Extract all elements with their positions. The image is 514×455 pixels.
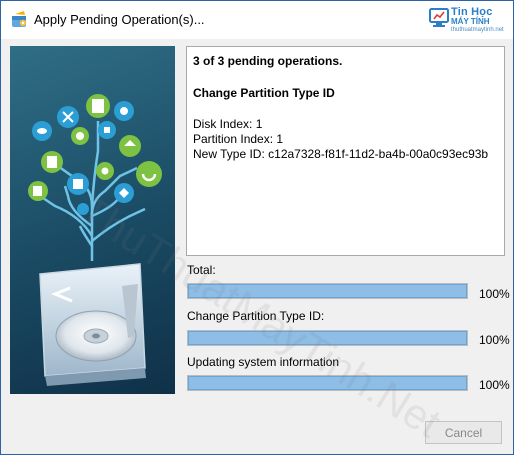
total-progress-percent: 100% xyxy=(479,287,510,301)
cancel-button[interactable]: Cancel xyxy=(425,421,502,444)
partition-index-text: Partition Index: 1 xyxy=(193,132,284,146)
system-info-progress-label: Updating system information xyxy=(187,355,340,369)
system-info-progress-bar xyxy=(187,375,468,391)
progress-fill xyxy=(188,284,467,298)
watermark-logo: Tin Học MÁY TÍNH thuthuatmaytinh.net xyxy=(429,4,507,36)
operation-title: Change Partition Type ID xyxy=(193,86,335,100)
watermark-url: thuthuatmaytinh.net xyxy=(451,27,504,33)
illustration-panel xyxy=(10,46,175,394)
disk-tree-illustration xyxy=(28,94,162,386)
pending-count-heading: 3 of 3 pending operations. xyxy=(193,54,343,68)
progress-fill xyxy=(188,376,467,390)
system-info-progress-percent: 100% xyxy=(479,378,510,392)
dialog-window: Apply Pending Operation(s)... Tin Học MÁ… xyxy=(0,0,514,455)
watermark-name-2: MÁY TÍNH xyxy=(451,17,490,26)
operation-details: Disk Index: 1 Partition Index: 1 New Typ… xyxy=(193,117,498,162)
operation-progress-label: Change Partition Type ID: xyxy=(187,309,325,323)
progress-fill xyxy=(188,331,467,345)
window-title: Apply Pending Operation(s)... xyxy=(34,12,205,27)
operation-details-box: 3 of 3 pending operations. Change Partit… xyxy=(186,46,505,256)
operation-progress-bar xyxy=(187,330,468,346)
disk-index-text: Disk Index: 1 xyxy=(193,117,263,131)
total-progress-bar xyxy=(187,283,468,299)
title-bar[interactable]: Apply Pending Operation(s)... Tin Học MÁ… xyxy=(1,1,513,39)
monitor-logo-icon xyxy=(429,8,449,27)
operation-progress-percent: 100% xyxy=(479,333,510,347)
total-progress-label: Total: xyxy=(187,263,216,277)
new-type-id-text: New Type ID: c12a7328-f81f-11d2-ba4b-00a… xyxy=(193,147,489,161)
app-icon xyxy=(12,11,27,27)
